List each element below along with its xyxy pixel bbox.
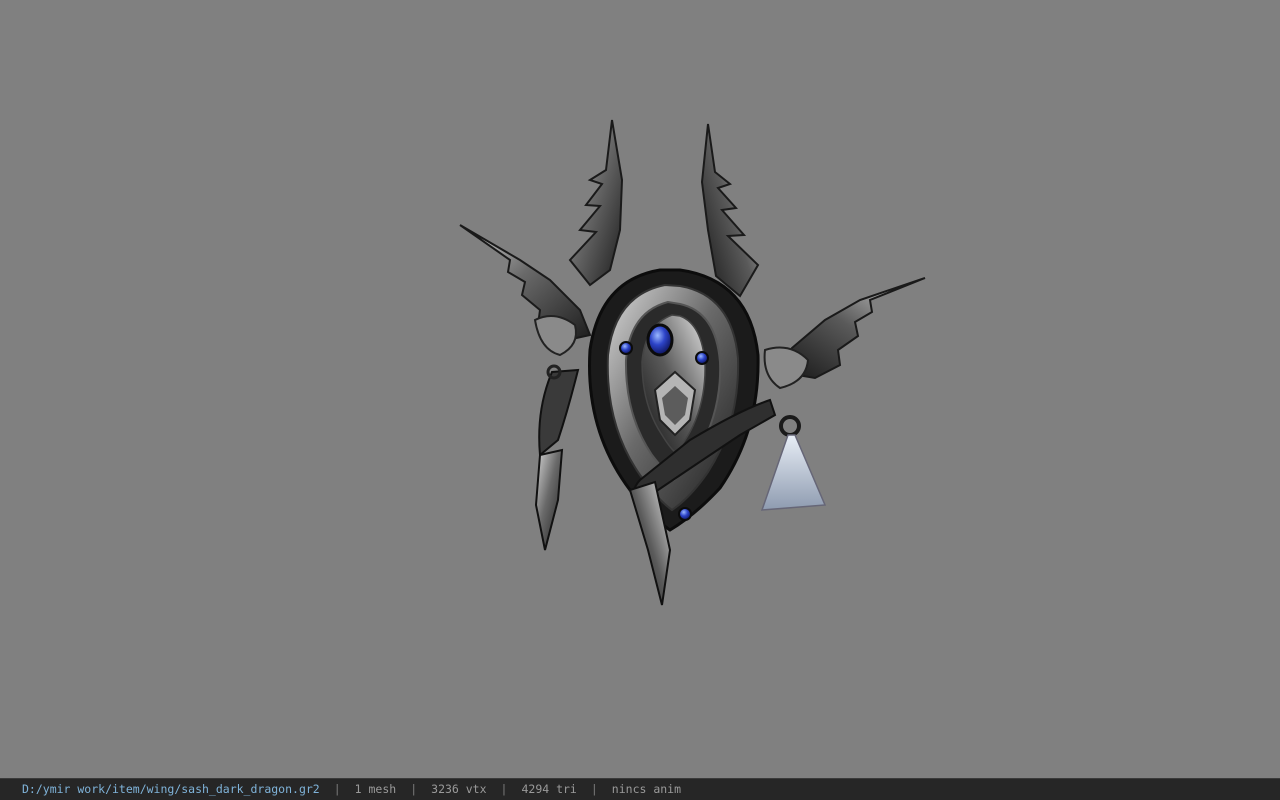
shield-body <box>588 268 760 532</box>
left-wing-arm <box>459 224 592 357</box>
animation-status: nincs anim <box>611 782 682 796</box>
model-viewport[interactable] <box>0 0 1280 778</box>
gem-center <box>646 323 674 357</box>
left-horn <box>568 119 624 287</box>
mesh-count: 1 mesh <box>354 782 397 796</box>
separator: | <box>590 782 598 796</box>
dark-dragon-sash-model[interactable] <box>440 110 940 620</box>
file-path: D:/ymir work/item/wing/sash_dark_dragon.… <box>22 782 320 796</box>
right-horn <box>700 123 760 298</box>
triangle-count: 4294 tri <box>521 782 577 796</box>
cloth-pendant <box>760 415 827 511</box>
separator: | <box>500 782 508 796</box>
status-bar: D:/ymir work/item/wing/sash_dark_dragon.… <box>0 778 1280 800</box>
vertex-count: 3236 vtx <box>431 782 487 796</box>
separator: | <box>333 782 341 796</box>
gem-right <box>695 351 709 365</box>
gem-lower <box>678 507 692 521</box>
right-wing-arm <box>763 277 926 390</box>
separator: | <box>410 782 418 796</box>
left-sash-ribbon <box>534 364 580 551</box>
gem-left <box>619 341 633 355</box>
